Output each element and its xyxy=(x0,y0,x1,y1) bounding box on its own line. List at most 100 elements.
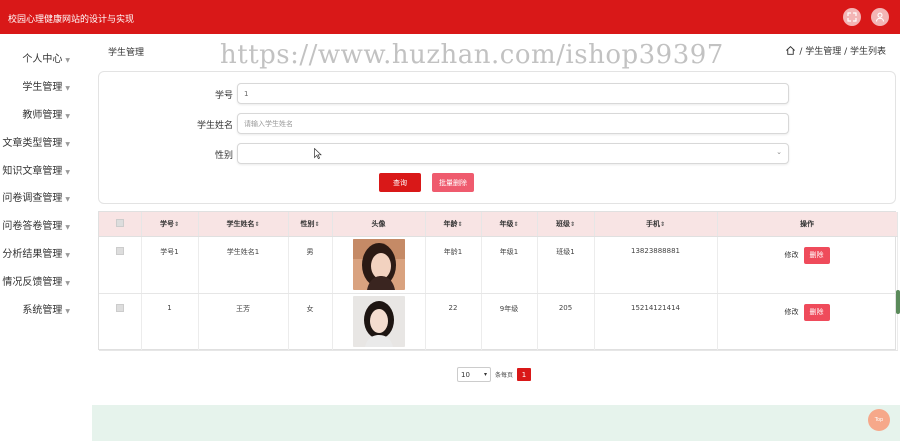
column-header[interactable]: 性别⇕ xyxy=(288,212,333,237)
column-header[interactable]: 学生姓名⇕ xyxy=(198,212,289,237)
chevron-down-icon: ▼ xyxy=(65,57,70,64)
student-name-label: 学生姓名 xyxy=(196,121,233,131)
student-avatar-image[interactable] xyxy=(352,238,405,290)
pagination: 10 ▾ 条每页 1 xyxy=(457,367,532,382)
column-header-label: 性别 xyxy=(300,219,315,228)
cell-avatar xyxy=(332,293,426,351)
bulk-delete-button[interactable]: 批量删除 xyxy=(432,173,474,192)
breadcrumb: / 学生管理 / 学生列表 xyxy=(785,44,886,57)
chevron-down-icon: ▼ xyxy=(65,252,70,259)
column-header[interactable]: 手机⇕ xyxy=(594,212,718,237)
student-table: 学号⇕ 学生姓名⇕ 性别⇕ 头像 年龄⇕ 年级⇕ 班级⇕ 手机⇕ 操作 学号1 … xyxy=(98,211,898,351)
page-size-label: 条每页 xyxy=(495,372,514,379)
chevron-down-icon: ▼ xyxy=(65,308,70,315)
chevron-down-icon: ⌄ xyxy=(776,148,782,156)
select-all-header xyxy=(99,212,142,237)
sidebar-item-label: 系统管理 xyxy=(22,305,63,316)
cell-name: 学生姓名1 xyxy=(198,236,289,294)
cell-grade: 年级1 xyxy=(481,236,538,294)
sidebar-item-label: 问卷答卷管理 xyxy=(2,221,63,232)
column-header-label: 手机 xyxy=(645,219,660,228)
column-header: 头像 xyxy=(332,212,426,237)
row-select-cell xyxy=(99,293,142,351)
column-header[interactable]: 年龄⇕ xyxy=(425,212,482,237)
sort-icon: ⇕ xyxy=(457,220,463,228)
chevron-down-icon: ▼ xyxy=(65,196,70,203)
column-header-label: 学号 xyxy=(159,219,174,228)
search-button[interactable]: 查询 xyxy=(379,173,421,192)
column-header-label: 年级 xyxy=(499,219,514,228)
column-header: 操作 xyxy=(717,212,898,237)
sidebar-item-label: 问卷调查管理 xyxy=(2,193,63,204)
student-no-label: 学号 xyxy=(214,91,233,101)
select-all-checkbox[interactable] xyxy=(115,218,124,227)
breadcrumb-path: / 学生管理 / 学生列表 xyxy=(799,47,886,57)
table-row: 学号1 学生姓名1 男 年龄1 年级1 班级1 13823888881 修改 删… xyxy=(99,236,898,294)
column-header[interactable]: 学号⇕ xyxy=(141,212,199,237)
mouse-cursor-icon xyxy=(314,148,322,159)
sidebar-item-system[interactable]: 系统管理 ▼ xyxy=(22,301,70,316)
page-number-current[interactable]: 1 xyxy=(517,368,532,381)
cell-student-no: 1 xyxy=(141,293,199,351)
home-icon[interactable] xyxy=(785,45,796,56)
sidebar-item-surveys[interactable]: 问卷调查管理 ▼ xyxy=(2,189,70,204)
cell-student-no: 学号1 xyxy=(141,236,199,294)
page-size-value: 10 xyxy=(461,370,470,379)
cell-actions: 修改 删除 xyxy=(717,236,898,294)
sort-icon: ⇕ xyxy=(173,220,180,228)
cell-phone: 15214121414 xyxy=(594,293,718,351)
sidebar-item-label: 教师管理 xyxy=(22,110,63,121)
column-header-label: 操作 xyxy=(800,219,814,228)
cell-age: 年龄1 xyxy=(425,236,482,294)
back-to-top-button[interactable]: Top xyxy=(868,409,890,431)
sidebar-item-label: 分析结果管理 xyxy=(2,249,63,260)
column-header[interactable]: 年级⇕ xyxy=(481,212,538,237)
table-header-row: 学号⇕ 学生姓名⇕ 性别⇕ 头像 年龄⇕ 年级⇕ 班级⇕ 手机⇕ 操作 xyxy=(99,212,898,237)
cell-avatar xyxy=(332,236,426,294)
column-header[interactable]: 班级⇕ xyxy=(537,212,595,237)
chevron-down-icon: ▼ xyxy=(65,224,70,231)
sidebar-item-students[interactable]: 学生管理 ▼ xyxy=(22,78,70,93)
student-no-input[interactable] xyxy=(237,83,789,104)
sidebar-item-label: 文章类型管理 xyxy=(2,138,63,149)
chevron-down-icon: ▼ xyxy=(65,169,70,176)
column-header-label: 年龄 xyxy=(443,219,458,228)
gender-label: 性别 xyxy=(214,151,233,161)
sidebar-item-teachers[interactable]: 教师管理 ▼ xyxy=(22,106,70,121)
cell-class: 205 xyxy=(537,293,595,351)
sort-icon: ⇕ xyxy=(569,220,576,228)
page-title: 学生管理 xyxy=(108,48,145,58)
sort-icon: ⇕ xyxy=(513,220,519,228)
row-checkbox[interactable] xyxy=(115,303,124,312)
expand-icon xyxy=(847,12,857,22)
student-avatar-image[interactable] xyxy=(352,295,405,347)
delete-button[interactable]: 删除 xyxy=(803,246,830,264)
row-checkbox[interactable] xyxy=(115,246,124,255)
sidebar-item-survey-answers[interactable]: 问卷答卷管理 ▼ xyxy=(2,217,70,232)
cell-name: 王芳 xyxy=(198,293,289,351)
user-avatar-button[interactable] xyxy=(871,8,889,26)
student-name-input[interactable] xyxy=(237,113,789,134)
fullscreen-button[interactable] xyxy=(843,8,861,26)
cell-phone: 13823888881 xyxy=(594,236,718,294)
column-header-label: 头像 xyxy=(371,219,386,228)
cell-gender: 女 xyxy=(288,293,333,351)
column-header-label: 学生姓名 xyxy=(226,219,255,228)
chevron-down-icon: ▼ xyxy=(65,280,70,287)
sort-icon: ⇕ xyxy=(254,220,260,228)
sidebar-item-article-types[interactable]: 文章类型管理 ▼ xyxy=(2,134,70,149)
scrollbar-thumb[interactable] xyxy=(896,290,900,314)
edit-button[interactable]: 修改 xyxy=(785,307,799,317)
sort-icon: ⇕ xyxy=(659,220,666,228)
page-size-select[interactable]: 10 ▾ xyxy=(457,367,491,382)
delete-button[interactable]: 删除 xyxy=(803,303,830,321)
sidebar-item-personal-center[interactable]: 个人中心 ▼ xyxy=(22,50,70,65)
sidebar-item-knowledge-articles[interactable]: 知识文章管理 ▼ xyxy=(2,162,70,177)
edit-button[interactable]: 修改 xyxy=(785,250,799,260)
search-form: 学号 学生姓名 性别 ⌄ 查询 批量删除 xyxy=(98,71,896,204)
sidebar-item-label: 情况反馈管理 xyxy=(2,277,63,288)
sidebar-item-feedback[interactable]: 情况反馈管理 ▼ xyxy=(2,273,70,288)
sidebar-item-analysis-results[interactable]: 分析结果管理 ▼ xyxy=(2,245,70,260)
chevron-down-icon: ▼ xyxy=(65,85,70,92)
sidebar-item-label: 学生管理 xyxy=(22,82,63,93)
